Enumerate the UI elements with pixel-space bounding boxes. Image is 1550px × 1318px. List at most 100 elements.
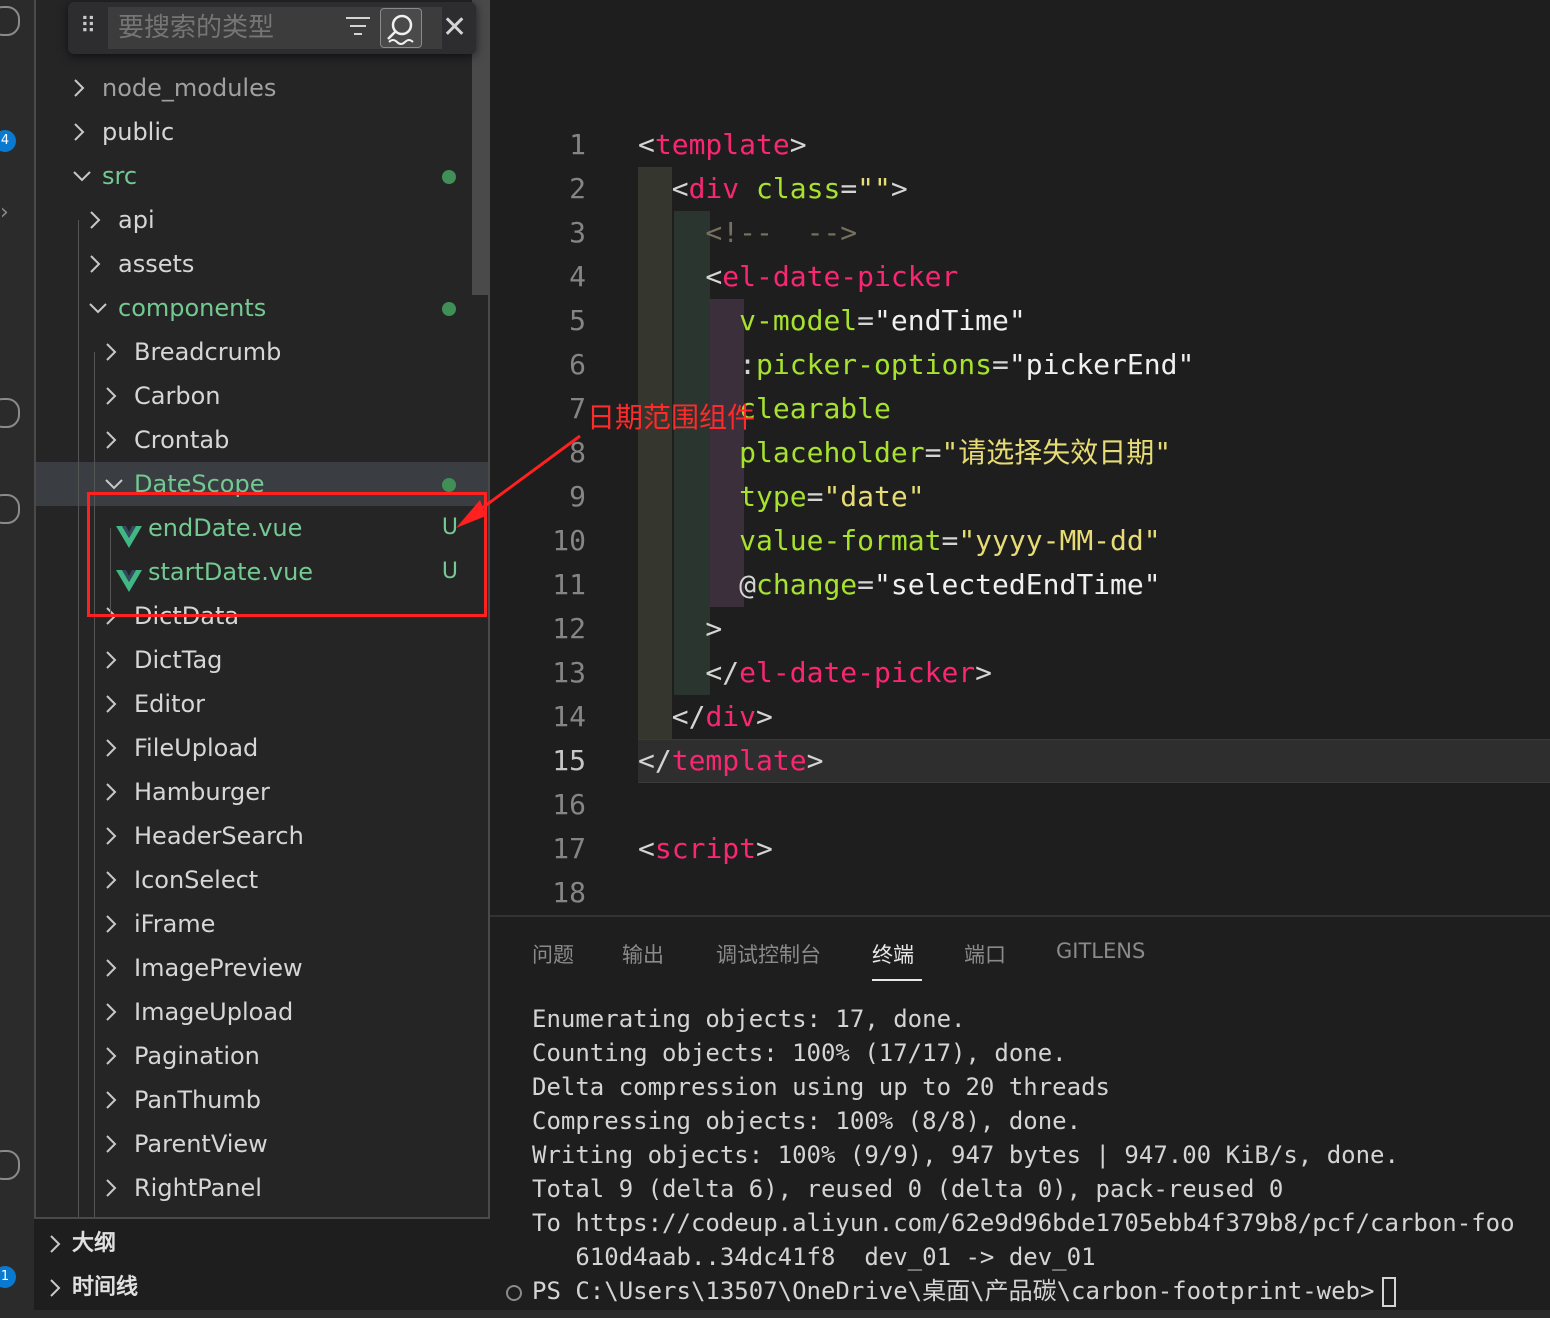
tree-item-label: DictTag [134,646,223,674]
tree-item-rightpanel[interactable]: RightPanel [36,1166,488,1210]
chevron-right-icon [104,1034,124,1078]
terminal-line: Total 9 (delta 6), reused 0 (delta 0), p… [532,1175,1284,1203]
tab-output[interactable]: 输出 [622,939,664,969]
code-line: <!-- --> [638,216,858,249]
tree-item-label: components [118,294,267,322]
tree-item-panthumb[interactable]: PanThumb [36,1078,488,1122]
chevron-right-icon [88,198,108,242]
tree-item-iframe[interactable]: iFrame [36,902,488,946]
tree-item-breadcrumb[interactable]: Breadcrumb [36,330,488,374]
account-activity-icon[interactable] [0,1150,20,1180]
tree-item-fileupload[interactable]: FileUpload [36,726,488,770]
filter-icon[interactable] [344,14,372,44]
tree-item-assets[interactable]: assets [36,242,488,286]
remote-activity-icon[interactable] [0,494,20,524]
terminal-prompt[interactable]: PS C:\Users\13507\OneDrive\桌面\产品碳\carbon… [532,1274,1397,1308]
chevron-right-icon [104,682,124,726]
code-line: <template> [638,128,807,161]
tree-item-label: ImageUpload [134,998,294,1026]
code-editor[interactable]: 1 2 3 4 5 6 7 8 9 10 11 12 13 14 15 16 17 18 <template> <… [490,0,1550,915]
tree-item-label: Pagination [134,1042,260,1070]
run-activity-icon[interactable]: › [0,200,9,225]
git-modified-dot [442,302,456,316]
drag-handle-icon[interactable]: ⠿ [80,14,96,39]
tree-item-hamburger[interactable]: Hamburger [36,770,488,814]
status-bar [0,1310,1550,1318]
code-line: type="date" [739,480,925,513]
tree-item-label: FileUpload [134,734,259,762]
chevron-right-icon [104,770,124,814]
tree-item-src[interactable]: src [36,154,488,198]
terminal-line: Enumerating objects: 17, done. [532,1005,966,1033]
tree-item-crontab[interactable]: Crontab [36,418,488,462]
tree-item-parentview[interactable]: ParentView [36,1122,488,1166]
explorer-activity-icon[interactable] [0,6,20,36]
extensions-activity-icon[interactable] [0,398,20,428]
terminal-cursor [1382,1277,1397,1307]
chevron-right-icon [104,990,124,1034]
tree-item-label: RightPanel [134,1174,262,1202]
chevron-right-icon [104,902,124,946]
scm-badge: 4 [0,130,16,152]
code-line: <div class=""> [638,172,908,205]
tree-item-label: iFrame [134,910,216,938]
tree-item-carbon[interactable]: Carbon [36,374,488,418]
tree-item-label: Hamburger [134,778,270,806]
tab-gitlens[interactable]: GITLENS [1056,939,1145,963]
code-line: </el-date-picker> [638,656,993,689]
explorer-find-widget: ⠿ ✕ [68,2,476,54]
tree-item-label: PanThumb [134,1086,262,1114]
bottom-panel: 问题 输出 调试控制台 终端 端口 GITLENS Enumerating ob… [490,915,1550,1318]
command-decoration-icon[interactable] [506,1285,522,1301]
tree-item-label: ImagePreview [134,954,303,982]
fuzzy-match-toggle-icon[interactable] [380,8,422,48]
tree-indent-guide [94,352,95,1217]
terminal-line: Compressing objects: 100% (8/8), done. [532,1107,1082,1135]
tree-indent-guide [78,220,79,1217]
chevron-right-icon [104,1078,124,1122]
code-line: <script> [638,832,773,865]
tree-item-node-modules[interactable]: node_modules [36,66,488,110]
tree-item-public[interactable]: public [36,110,488,154]
tree-item-dicttag[interactable]: DictTag [36,638,488,682]
tab-problems[interactable]: 问题 [532,939,574,969]
code-line: <el-date-picker [638,260,959,293]
chevron-right-icon [104,638,124,682]
terminal-line: Writing objects: 100% (9/9), 947 bytes |… [532,1141,1399,1169]
chevron-right-icon [104,946,124,990]
prompt-text: PS C:\Users\13507\OneDrive\桌面\产品碳\carbon… [532,1277,1375,1305]
tree-item-headersearch[interactable]: HeaderSearch [36,814,488,858]
outline-section-header[interactable]: 大纲 [34,1222,490,1266]
tab-debug-console[interactable]: 调试控制台 [716,939,821,969]
terminal-line: Counting objects: 100% (17/17), done. [532,1039,1067,1067]
terminal-line: To https://codeup.aliyun.com/62e9d96bde1… [532,1209,1515,1237]
chevron-down-icon [88,286,108,330]
code-line: v-model="endTime" [739,304,1026,337]
tree-item-components[interactable]: components [36,286,488,330]
chevron-right-icon [104,1166,124,1210]
tree-item-imageupload[interactable]: ImageUpload [36,990,488,1034]
tree-item-label: IconSelect [134,866,259,894]
tree-item-editor[interactable]: Editor [36,682,488,726]
code-line: </div> [638,700,773,733]
tree-item-api[interactable]: api [36,198,488,242]
tab-terminal[interactable]: 终端 [872,939,914,969]
tab-ports[interactable]: 端口 [964,939,1006,969]
close-icon[interactable]: ✕ [442,10,467,46]
code-line: value-format="yyyy-MM-dd" [739,524,1161,557]
timeline-section-header[interactable]: 时间线 [34,1266,490,1310]
chevron-right-icon [48,1266,68,1310]
code-line: @change="selectedEndTime" [739,568,1161,601]
chevron-right-icon [48,1222,68,1266]
chevron-right-icon [88,242,108,286]
tree-item-imagepreview[interactable]: ImagePreview [36,946,488,990]
code-line: placeholder="请选择失效日期" [739,436,1172,469]
tree-item-label: HeaderSearch [134,822,304,850]
timeline-label: 时间线 [72,1275,139,1300]
annotation-label: 日期范围组件 [587,401,756,434]
tree-item-label: Editor [134,690,206,718]
tree-item-pagination[interactable]: Pagination [36,1034,488,1078]
tree-item-label: ParentView [134,1130,268,1158]
tree-item-iconselect[interactable]: IconSelect [36,858,488,902]
